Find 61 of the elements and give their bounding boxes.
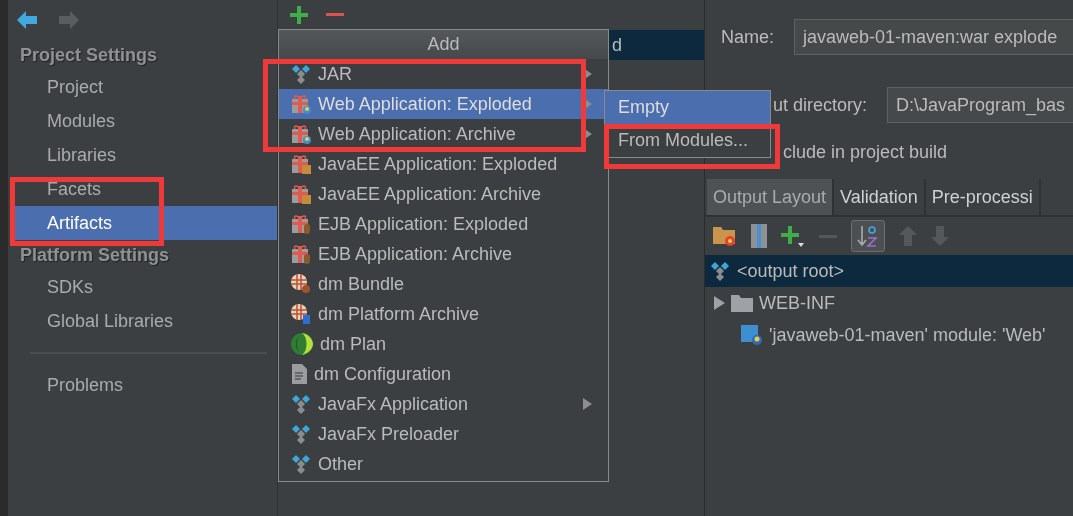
gift-icon [290, 93, 312, 115]
menu-item[interactable]: EJB Application: Exploded [279, 209, 608, 239]
tree-label: 'javaweb-01-maven' module: 'Web' [769, 324, 1046, 346]
add-dropdown-icon[interactable] [781, 224, 805, 248]
gift-icon [290, 213, 312, 235]
sidebar-item[interactable]: Modules [10, 104, 277, 138]
sidebar-item[interactable]: SDKs [10, 270, 277, 304]
output-directory-field[interactable]: D:\JavaProgram_bas [887, 87, 1073, 123]
menu-item[interactable]: JavaFx Application [279, 389, 608, 419]
name-label: Name: [721, 26, 774, 48]
sort-alphabetical-icon [857, 224, 879, 248]
menu-item[interactable]: JavaFx Preloader [279, 419, 608, 449]
include-in-build-label: clude in project build [783, 141, 948, 163]
tree-label: <output root> [737, 260, 845, 282]
menu-item[interactable]: JavaEE Application: Exploded [279, 149, 608, 179]
menu-item[interactable]: Empty [605, 91, 770, 124]
bundle-icon [290, 273, 312, 295]
menu-item[interactable]: JavaEE Application: Archive [279, 179, 608, 209]
sort-button[interactable] [851, 220, 885, 252]
tree-row[interactable]: <output root> [705, 255, 1073, 287]
collapsed-arrow-icon[interactable] [713, 296, 725, 310]
remove-icon[interactable] [326, 13, 344, 17]
gift-icon [290, 123, 312, 145]
menu-item[interactable]: dm Bundle [279, 269, 608, 299]
up-arrow-icon [899, 226, 917, 246]
sidebar-item[interactable]: Facets [10, 172, 277, 206]
tree-label: WEB-INF [759, 292, 835, 314]
document-icon [290, 363, 308, 385]
menu-item[interactable]: dm Platform Archive [279, 299, 608, 329]
diamond-icon [290, 63, 312, 85]
sidebar-item[interactable]: Problems [10, 368, 277, 402]
back-arrow-icon[interactable] [17, 11, 37, 29]
diamond-icon [709, 260, 731, 282]
diamond-icon [290, 453, 312, 475]
gift-icon [290, 153, 312, 175]
diamond-icon [290, 423, 312, 445]
gift-icon [290, 243, 312, 265]
tab[interactable]: Output Layout [707, 179, 835, 215]
tree-row[interactable]: 'javaweb-01-maven' module: 'Web' [705, 319, 1073, 351]
add-icon[interactable] [290, 6, 308, 24]
menu-title: Add [279, 30, 608, 59]
globe-icon [290, 332, 314, 356]
diamond-icon [290, 393, 312, 415]
sidebar-item[interactable]: Libraries [10, 138, 277, 172]
tree-row[interactable]: WEB-INF [705, 287, 1073, 319]
module-icon [741, 324, 763, 346]
menu-item[interactable]: dm Plan [279, 329, 608, 359]
section-header: Platform Settings [19, 243, 171, 267]
name-field[interactable]: javaweb-01-maven:war explode [794, 19, 1073, 55]
menu-item[interactable]: Other [279, 449, 608, 479]
sidebar-item[interactable]: Project [10, 70, 277, 104]
menu-item[interactable]: dm Configuration [279, 359, 608, 389]
gift-icon [290, 183, 312, 205]
menu-item[interactable]: EJB Application: Archive [279, 239, 608, 269]
sidebar-item[interactable]: Global Libraries [10, 304, 277, 338]
folder-icon[interactable] [713, 225, 737, 247]
down-arrow-icon [931, 226, 949, 246]
output-directory-label: ut directory: [773, 94, 868, 116]
folder-icon [731, 294, 753, 312]
section-header: Project Settings [19, 43, 159, 67]
bundle-icon [290, 303, 312, 325]
